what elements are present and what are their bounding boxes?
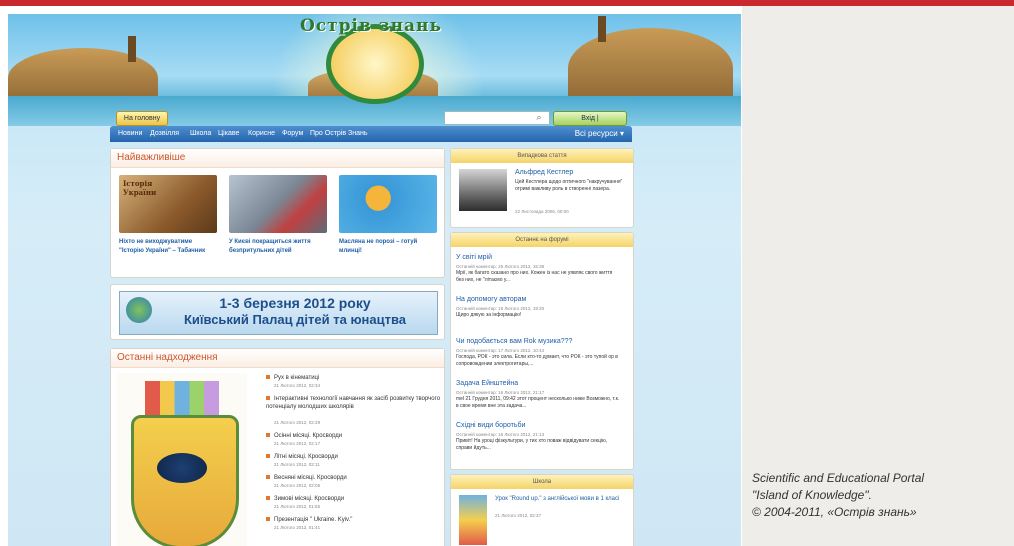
bullet-icon [266, 496, 270, 501]
important-panel: Найважливіше Історія України Ніхто не ви… [110, 148, 445, 278]
caption-line-3: © 2004-2011, «Острів знань» [752, 505, 917, 519]
featured-panel: Випадкова стаття Альфред Кестлер Цей Кес… [450, 148, 634, 228]
castle-towers-icon [145, 381, 219, 417]
search-icon[interactable]: ⌕ [533, 111, 545, 123]
nav-item-useful[interactable]: Корисне [248, 126, 275, 142]
news-link-1[interactable]: Ніхто не виходжуватиме "Історію України"… [119, 238, 217, 256]
swallow-icon [157, 453, 207, 483]
recent-item-date: 21 Лютого 2012, 01:55 [274, 504, 321, 509]
ad-date: 1-3 березня 2012 року [219, 295, 371, 311]
bullet-icon [266, 433, 270, 438]
forum-post-title[interactable]: На допомогу авторам [456, 296, 526, 303]
recent-item-date: 21 Лютого 2012, 02:05 [274, 483, 321, 488]
news-link-2[interactable]: У Києві покращиться життя безпритульних … [229, 238, 327, 256]
logo-emblem-icon [326, 24, 424, 104]
bullet-icon [266, 375, 270, 380]
forum-post-meta: Останній коментар: 17 Лютого 2012, 10:44 [456, 348, 545, 353]
login-register-button[interactable]: Вхід | Зареєструватися [553, 111, 627, 135]
nav-item-leisure[interactable]: Дозвілля [150, 126, 179, 142]
news-image-3[interactable] [339, 175, 437, 233]
portrait-photo[interactable] [459, 169, 507, 211]
bullet-icon [266, 454, 270, 459]
forum-post-meta: Останній коментар: 25 Лютого 2012, 15:39 [456, 264, 545, 269]
caption-line-2: "Island of Knowledge". [752, 488, 872, 502]
bullet-icon [266, 396, 270, 401]
recent-item-date: 21 Лютого 2012, 02:29 [274, 420, 321, 425]
news-image-2[interactable] [229, 175, 327, 233]
nav-item-about[interactable]: Про Острів Знань [310, 126, 368, 142]
main-nav: Новини Дозвілля Школа Цікаве Корисне Фор… [110, 126, 632, 142]
forum-post-title[interactable]: Задача Ейнштейна [456, 380, 518, 387]
recent-item-link[interactable]: Рух в кінематиці [266, 374, 441, 382]
recent-item-link[interactable]: Весняні місяці. Кросворди [266, 474, 441, 482]
important-title: Найважливіше [111, 149, 444, 168]
recent-item-link[interactable]: Осінні місяці. Кросворди [266, 432, 441, 440]
site-logo[interactable]: Острів знань [296, 16, 446, 104]
forum-post-excerpt: mel 21 Грудня 2011, 09:42 этот процент н… [456, 396, 620, 409]
nav-item-forum[interactable]: Форум [282, 126, 303, 142]
recent-item-link[interactable]: Літні місяці. Кросворди [266, 453, 441, 461]
recent-item-date: 21 Лютого 2012, 02:17 [274, 441, 321, 446]
recent-item-link[interactable]: Презентація " Ukraine. Kyiv." [266, 516, 441, 524]
event-ad-banner[interactable]: 1-3 березня 2012 року Київський Палац ді… [119, 291, 438, 335]
recent-item-link[interactable]: Інтерактивні технології навчання як засі… [266, 395, 441, 411]
recent-item-date: 21 Лютого 2012, 01:41 [274, 525, 321, 530]
caption-line-1: Scientific and Educational Portal [752, 471, 925, 485]
featured-name[interactable]: Альфред Кестлер [515, 169, 573, 176]
caption-sidebar [742, 6, 1014, 546]
figure-caption: Scientific and Educational Portal "Islan… [752, 470, 1002, 521]
logo-text: Острів знань [299, 16, 443, 36]
school-thumbnail[interactable] [459, 495, 487, 545]
forum-title: Останнє на форумі [451, 233, 633, 247]
featured-text: Цей Кестлера щодо оптичного "накручуванн… [515, 179, 623, 192]
header-banner: Острів знань [8, 14, 741, 126]
recent-item-date: 21 Лютого 2012, 02:11 [274, 462, 320, 467]
news-image-1-caption: Історія України [123, 179, 157, 197]
chevron-down-icon: ▾ [619, 129, 624, 138]
recent-item-text: Літні місяці. Кросворди [274, 454, 338, 460]
forum-post-excerpt: Мрії, як багато сказано про них. Кожен і… [456, 270, 613, 283]
forum-post-meta: Останній коментар: 19 Лютого 2012, 19:20 [456, 306, 545, 311]
nav-item-news[interactable]: Новини [118, 126, 142, 142]
nav-item-interesting[interactable]: Цікаве [218, 126, 239, 142]
bullet-icon [266, 517, 270, 522]
recent-item-text: Презентація " Ukraine. Kyiv." [274, 517, 353, 523]
forum-post-meta: Останній коментар: 16 Лютого 2012, 21:17 [456, 390, 545, 395]
news-image-1[interactable]: Історія України [119, 175, 217, 233]
palm-tree-icon [598, 16, 606, 42]
recent-item-text: Весняні місяці. Кросворди [274, 475, 347, 481]
recent-item-text: Осінні місяці. Кросворди [274, 433, 343, 439]
forum-post-meta: Останній коментар: 16 Лютого 2012, 21:13 [456, 432, 545, 437]
featured-title: Випадкова стаття [451, 149, 633, 163]
recent-item-text: Зимові місяці. Кросворди [274, 496, 345, 502]
palm-tree-icon [128, 36, 136, 62]
ad-panel: 1-3 березня 2012 року Київський Палац ді… [110, 284, 445, 340]
forum-post-title[interactable]: Східні види боротьби [456, 422, 525, 429]
school-item-date: 21 Лютого 2012, 02:37 [495, 513, 542, 518]
recent-item-date: 21 Лютого 2012, 02:34 [274, 383, 321, 388]
news-link-3[interactable]: Масляна не порозі – готуй млинці! [339, 238, 437, 256]
forum-post-excerpt: Привіт! На уроці фізкультури, у тих хто … [456, 438, 608, 451]
forum-post-title[interactable]: У світі мрій [456, 254, 492, 261]
ad-venue: Київський Палац дітей та юнацтва [183, 312, 407, 327]
nav-item-school[interactable]: Школа [190, 126, 211, 142]
all-resources-label: Всі ресурси [574, 129, 618, 138]
bullet-icon [266, 475, 270, 480]
school-item-link[interactable]: Урок "Round up." з англійської мови в 1 … [495, 495, 625, 503]
forum-post-excerpt: Господа, РОК - это сила. Если кто-то дум… [456, 354, 618, 367]
school-title: Школа [451, 475, 633, 489]
recent-title: Останні надходження [111, 349, 444, 368]
school-panel: Школа Урок "Round up." з англійської мов… [450, 474, 634, 546]
recent-item-text: Інтерактивні технології навчання як засі… [266, 396, 441, 410]
forum-post-excerpt: Щиро дякую за інформацію! [456, 312, 522, 318]
recent-item-link[interactable]: Зимові місяці. Кросворди [266, 495, 441, 503]
featured-date: 22 Листопада 2006, 00:00 [515, 209, 569, 214]
home-button[interactable]: На головну [116, 111, 168, 126]
website-screenshot: Острів знань На головну ⌕ Вхід | Зареєст… [8, 14, 741, 546]
ad-logo-icon [126, 297, 152, 323]
all-resources-menu[interactable]: Всі ресурси ▾ [575, 126, 624, 142]
recent-item-text: Рух в кінематиці [274, 375, 320, 381]
forum-post-title[interactable]: Чи подобається вам Rok музика??? [456, 338, 572, 345]
coat-of-arms-image[interactable] [117, 373, 247, 546]
